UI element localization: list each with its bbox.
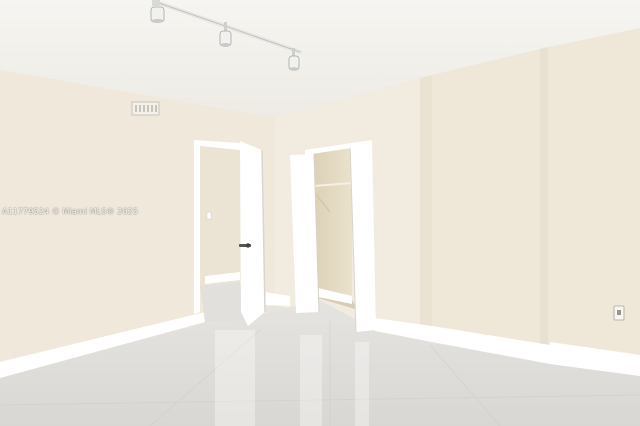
room-photo: A11779524 © Miami MLS® 2025 [0,0,640,426]
hallway-floor [200,282,245,322]
wall-right [420,28,640,372]
door-knob [245,243,251,248]
wall-corner-shade-right [540,47,548,352]
closet-interior [314,146,352,300]
outlet-slot [617,310,621,315]
hallway-switch [206,211,212,220]
open-bedroom-door [240,141,265,326]
hallway [200,146,240,286]
wall-corner-shade [420,75,432,342]
mls-watermark: A11779524 © Miami MLS® 2025 [2,207,138,216]
